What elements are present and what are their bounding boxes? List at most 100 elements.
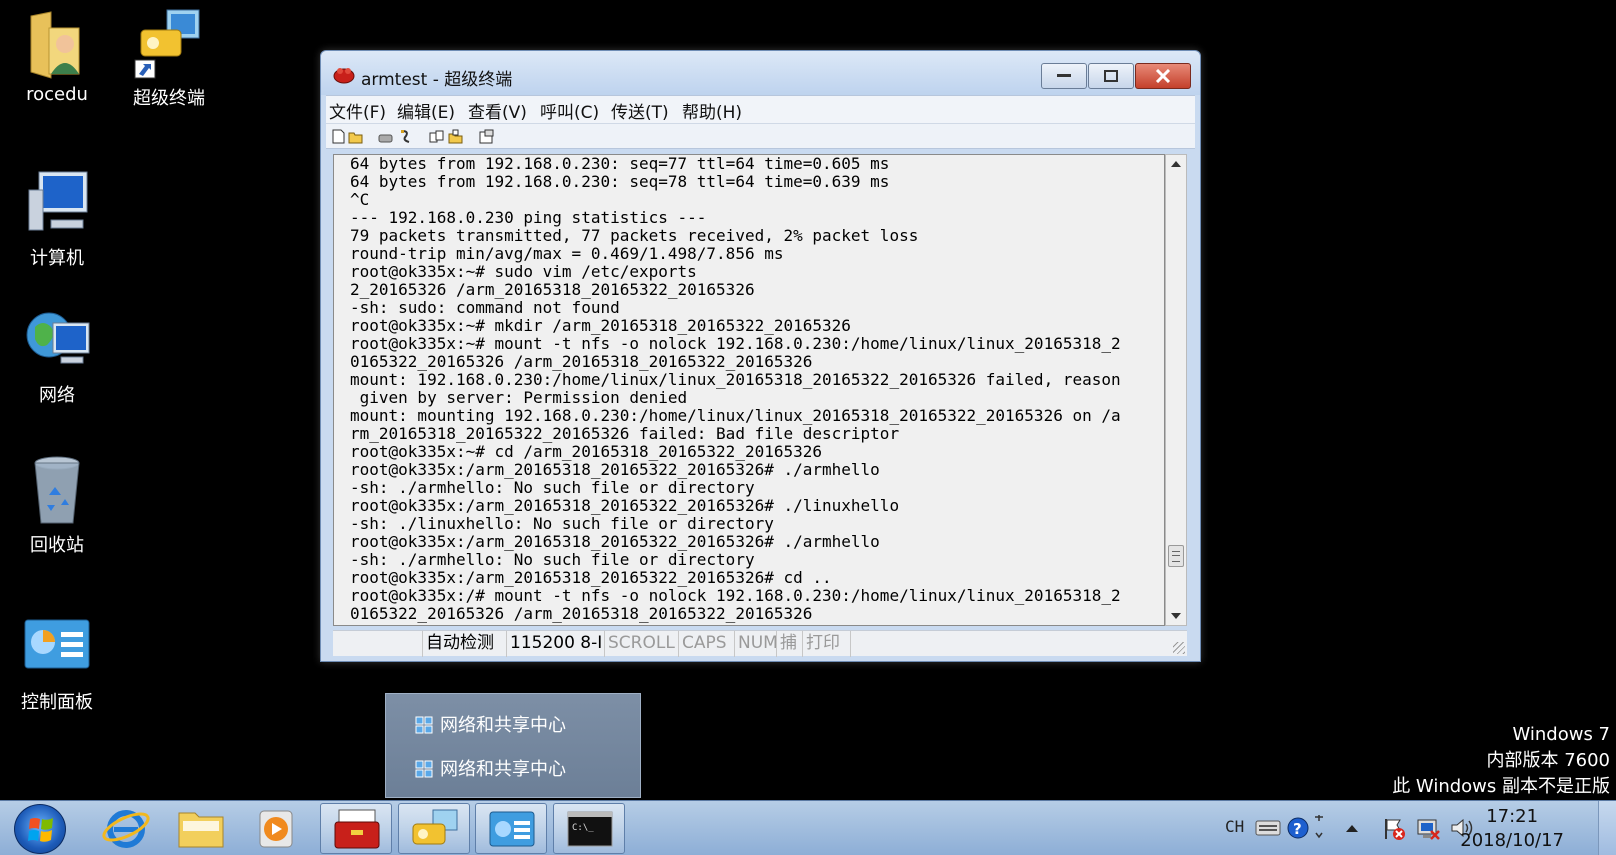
scrollbar-thumb[interactable] — [1168, 545, 1184, 567]
receive-icon[interactable] — [448, 129, 463, 144]
send-icon[interactable] — [429, 129, 444, 144]
clock-date: 2018/10/17 — [1460, 830, 1564, 851]
watermark-line: 内部版本 7600 — [1486, 750, 1610, 771]
hyperterminal-shortcut-icon — [133, 8, 205, 80]
clock[interactable]: 17:21 2018/10/17 — [1460, 805, 1564, 853]
svg-text:C:\_: C:\_ — [572, 823, 594, 833]
vertical-scrollbar[interactable] — [1165, 154, 1187, 626]
hyperterminal-icon — [412, 809, 458, 845]
taskbar-control-panel[interactable] — [475, 803, 547, 854]
terminal-line: root@ok335x:/arm_20165318_20165322_20165… — [350, 568, 832, 587]
menu-file[interactable]: 文件(F) — [329, 98, 386, 123]
status-bar: 自动检测 115200 8-I SCROLL CAPS NUM 捕 打印 — [333, 630, 1187, 657]
resize-grip[interactable] — [1173, 642, 1185, 654]
menu-view[interactable]: 查看(V) — [468, 98, 527, 123]
minimize-button[interactable] — [1041, 63, 1087, 89]
terminal-line: --- 192.168.0.230 ping statistics --- — [350, 208, 707, 227]
language-indicator[interactable]: CH — [1225, 817, 1244, 836]
terminal-line: root@ok335x:~# sudo vim /etc/exports — [350, 262, 697, 281]
properties-icon[interactable] — [479, 129, 494, 144]
popup-item-network-center[interactable]: 网络和共享中心 — [414, 758, 566, 782]
terminal-screen[interactable]: 64 bytes from 192.168.0.230: seq=77 ttl=… — [333, 154, 1165, 626]
desktop-icon-hyperterminal[interactable]: 超级终端 — [114, 8, 224, 110]
network-status-icon[interactable] — [1415, 817, 1441, 841]
menu-edit[interactable]: 编辑(E) — [397, 98, 455, 123]
disconnect-icon[interactable] — [398, 129, 413, 144]
popup-item-network-center[interactable]: 网络和共享中心 — [414, 714, 566, 738]
open-icon[interactable] — [348, 129, 363, 144]
popup-item-label: 网络和共享中心 — [440, 759, 566, 780]
watermark-line: Windows 7 — [1512, 724, 1610, 745]
clock-time: 17:21 — [1486, 806, 1539, 827]
taskbar-explorer[interactable] — [165, 803, 237, 854]
desktop-icon-label: rocedu — [26, 84, 88, 105]
status-print: 打印 — [803, 631, 851, 657]
status-detect: 自动检测 — [423, 631, 507, 657]
terminal-line: 79 packets transmitted, 77 packets recei… — [350, 226, 919, 245]
terminal-line: root@ok335x:/arm_20165318_20165322_20165… — [350, 532, 880, 551]
new-connection-icon[interactable] — [331, 129, 346, 144]
taskbar-hyperterminal[interactable] — [398, 803, 470, 854]
taskbar-ie[interactable] — [90, 803, 162, 854]
terminal-line: root@ok335x:~# cd /arm_20165318_20165322… — [350, 442, 823, 461]
scroll-down-icon[interactable] — [1171, 613, 1181, 619]
terminal-line: round-trip min/avg/max = 0.469/1.498/7.8… — [350, 244, 784, 263]
terminal-line: 0165322_20165326 /arm_20165318_20165322_… — [350, 604, 813, 623]
minimize-icon — [1057, 74, 1071, 77]
show-hidden-icons-icon[interactable] — [1345, 823, 1359, 833]
help-icon[interactable]: ? — [1287, 817, 1309, 839]
taskbar: C:\_ CH ? 17:21 2018/10/17 — [0, 800, 1616, 855]
watermark-line: 此 Windows 副本不是正版 — [1392, 776, 1610, 797]
window-title: armtest - 超级终端 — [361, 70, 513, 90]
taskbar-toolbox[interactable] — [320, 803, 392, 854]
desktop-icon-label: 超级终端 — [133, 88, 205, 109]
desktop-icon-label: 控制面板 — [21, 692, 93, 713]
desktop-icon-rocedu[interactable]: rocedu — [2, 8, 112, 105]
desktop-icon-recycle-bin[interactable]: 回收站 — [2, 455, 112, 557]
network-sharing-icon — [415, 760, 433, 778]
ime-options-icon[interactable] — [1313, 813, 1325, 839]
start-button[interactable] — [14, 804, 66, 854]
terminal-line: root@ok335x:~# mount -t nfs -o nolock 19… — [350, 334, 1121, 353]
connect-icon[interactable] — [378, 129, 393, 144]
window-titlebar[interactable]: armtest - 超级终端 — [321, 51, 1200, 95]
show-desktop-button[interactable] — [1598, 801, 1616, 855]
desktop-icon-computer[interactable]: 计算机 — [2, 168, 112, 270]
terminal-line: 2_20165326 /arm_20165318_20165322_201653… — [350, 280, 755, 299]
toolbar — [326, 123, 1195, 149]
popup-item-label: 网络和共享中心 — [440, 715, 566, 736]
desktop: rocedu 超级终端 计算机 网络 回收站 控制面板 armtest - 超级… — [0, 0, 1616, 855]
taskbar-media-player[interactable] — [240, 803, 312, 854]
hyperterminal-window: armtest - 超级终端 文件(F) 编辑(E) 查看(V) 呼叫(C) 传… — [320, 50, 1201, 662]
control-panel-icon — [21, 612, 93, 684]
close-icon — [1155, 69, 1171, 83]
status-num: NUM — [735, 631, 777, 657]
menu-transfer[interactable]: 传送(T) — [611, 98, 669, 123]
terminal-line: 64 bytes from 192.168.0.230: seq=77 ttl=… — [350, 154, 890, 173]
keyboard-icon[interactable] — [1255, 817, 1281, 837]
restore-icon — [1104, 70, 1118, 82]
hyperterminal-app-icon[interactable] — [333, 63, 355, 85]
terminal-line: 0165322_20165326 /arm_20165318_20165322_… — [350, 352, 813, 371]
terminal-line: -sh: sudo: command not found — [350, 298, 620, 317]
taskbar-popup-menu: 网络和共享中心 网络和共享中心 — [385, 693, 641, 798]
media-player-icon — [259, 810, 293, 848]
close-button[interactable] — [1135, 63, 1191, 89]
maximize-button[interactable] — [1088, 63, 1134, 89]
desktop-icon-label: 网络 — [39, 385, 75, 406]
terminal-line: root@ok335x:~# mkdir /arm_20165318_20165… — [350, 316, 851, 335]
desktop-icon-control-panel[interactable]: 控制面板 — [2, 612, 112, 714]
desktop-icon-label: 回收站 — [30, 535, 84, 556]
control-panel-icon — [489, 811, 535, 847]
user-folder-icon — [21, 8, 93, 80]
scroll-up-icon[interactable] — [1171, 161, 1181, 167]
desktop-icon-network[interactable]: 网络 — [2, 305, 112, 407]
terminal-line: root@ok335x:/arm_20165318_20165322_20165… — [350, 460, 880, 479]
action-center-flag-icon[interactable] — [1382, 817, 1406, 841]
menu-help[interactable]: 帮助(H) — [682, 98, 742, 123]
terminal-line: 64 bytes from 192.168.0.230: seq=78 ttl=… — [350, 172, 890, 191]
taskbar-cmd[interactable]: C:\_ — [553, 803, 625, 854]
menu-call[interactable]: 呼叫(C) — [540, 98, 599, 123]
windows-logo-icon — [28, 818, 53, 842]
terminal-line: mount: 192.168.0.230:/home/linux/linux_2… — [350, 370, 1121, 389]
